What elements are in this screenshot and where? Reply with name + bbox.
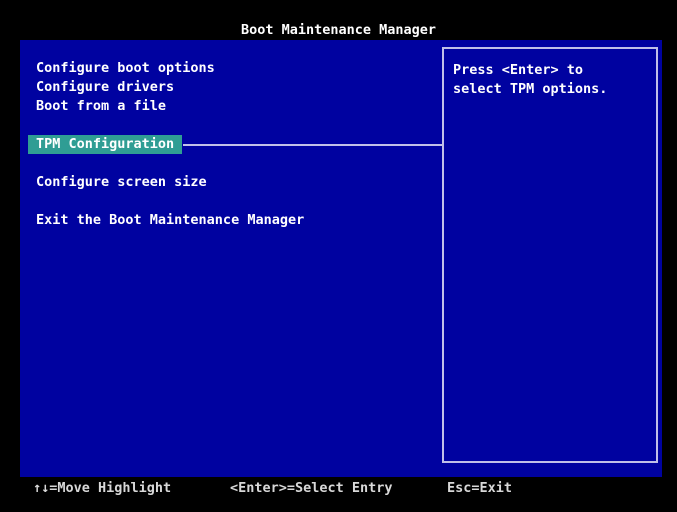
menu-item-configure-screen-size[interactable]: Configure screen size bbox=[20, 173, 207, 192]
menu-item-tpm-configuration-selected[interactable]: TPM Configuration bbox=[28, 135, 182, 154]
menu-item-exit-boot-maintenance-manager[interactable]: Exit the Boot Maintenance Manager bbox=[20, 211, 304, 230]
menu-item-configure-drivers[interactable]: Configure drivers bbox=[20, 78, 174, 97]
help-text-line-1: Press <Enter> to bbox=[453, 61, 647, 80]
menu-item-configure-boot-options[interactable]: Configure boot options bbox=[20, 59, 215, 78]
key-hint-bar: ↑↓=Move Highlight <Enter>=Select Entry E… bbox=[0, 479, 677, 498]
hint-select-entry: <Enter>=Select Entry bbox=[230, 479, 393, 498]
help-text-line-2: select TPM options. bbox=[453, 80, 647, 99]
help-panel: Press <Enter> to select TPM options. bbox=[442, 47, 658, 463]
bios-screen: Boot Maintenance Manager Configure boot … bbox=[0, 0, 677, 512]
hint-move-highlight: ↑↓=Move Highlight bbox=[33, 479, 171, 498]
page-title: Boot Maintenance Manager bbox=[0, 22, 677, 38]
hint-esc-exit: Esc=Exit bbox=[447, 479, 512, 498]
selection-divider-line bbox=[183, 144, 442, 146]
menu-item-boot-from-file[interactable]: Boot from a file bbox=[20, 97, 166, 116]
